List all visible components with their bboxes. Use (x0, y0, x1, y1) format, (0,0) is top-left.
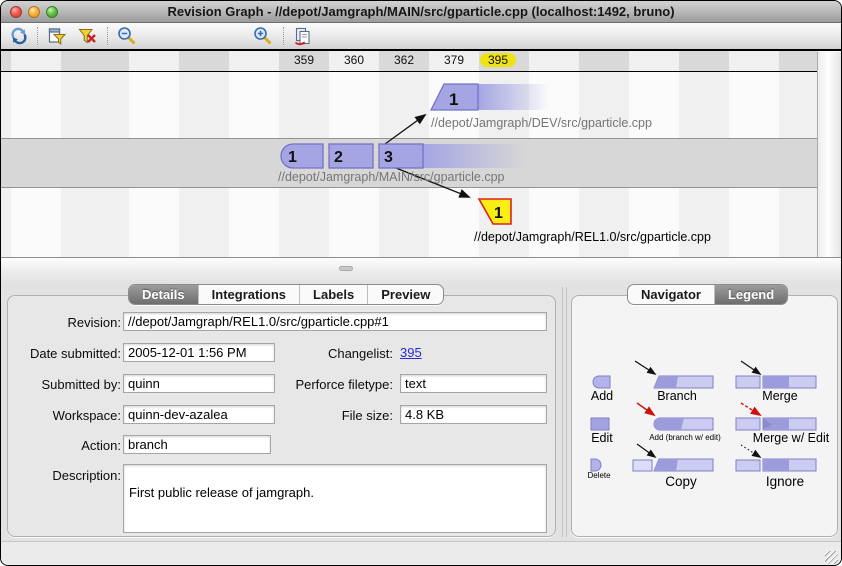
details-tabstrip: Details Integrations Labels Preview (128, 284, 444, 305)
main-rev2-number: 2 (334, 149, 343, 166)
legend-label-add: Add (577, 389, 627, 403)
legend-label-merge: Merge (749, 389, 811, 403)
tab-labels[interactable]: Labels (299, 285, 367, 304)
workspace-label: Workspace: (11, 408, 121, 423)
legend-copy-shape-dark (654, 459, 678, 471)
bottom-panel-area: Details Integrations Labels Preview Navi… (1, 283, 841, 541)
changelist-link[interactable]: 395 (400, 345, 422, 360)
submitted-by-label: Submitted by: (11, 377, 121, 392)
action-field[interactable]: branch (123, 435, 271, 454)
toolbar (1, 23, 841, 49)
legend-merge-stub (736, 376, 760, 388)
status-footer (1, 541, 841, 566)
resize-grip[interactable] (825, 551, 838, 564)
date-submitted-field[interactable]: 2005-12-01 1:56 PM (123, 343, 275, 362)
legend-ignore-shape-dark (763, 459, 789, 471)
panel-vertical-splitter[interactable] (562, 287, 567, 537)
toolbar-separator (37, 27, 38, 45)
legend-add-bwe-arrow (637, 403, 654, 415)
legend-merge-edit-stub (736, 418, 760, 430)
refresh-icon[interactable] (9, 26, 29, 46)
legend-delete-shape (591, 459, 601, 471)
legend-edit-shape (591, 418, 609, 430)
legend-branch-arrow (635, 361, 655, 374)
perforce-filetype-label: Perforce filetype: (271, 377, 393, 392)
legend-ignore-arrow (741, 445, 760, 457)
clear-filter-icon[interactable] (77, 26, 97, 46)
date-submitted-label: Date submitted: (11, 346, 121, 361)
tab-preview[interactable]: Preview (367, 285, 443, 304)
revision-graph-canvas: 359 360 362 379 395 (1, 49, 841, 257)
main-path-label: //depot/Jamgraph/MAIN/src/gparticle.cpp (278, 170, 505, 184)
dev-path-label: //depot/Jamgraph/DEV/src/gparticle.cpp (431, 116, 652, 130)
changelist-label: Changelist: (271, 346, 393, 361)
main-rev3-tail (423, 144, 526, 168)
legend-copy-stub (633, 460, 652, 471)
tab-integrations[interactable]: Integrations (198, 285, 299, 304)
branch-arrow-to-dev (385, 115, 425, 144)
legend-label-copy: Copy (651, 474, 711, 489)
rel-path-label: //depot/Jamgraph/REL1.0/src/gparticle.cp… (474, 230, 711, 244)
file-size-label: File size: (271, 408, 393, 423)
legend-label-edit: Edit (577, 431, 627, 445)
perforce-filetype-field[interactable]: text (400, 374, 547, 393)
workspace-field[interactable]: quinn-dev-azalea (123, 405, 275, 424)
legend-label-delete: Delete (579, 471, 619, 480)
description-text: First public release of jamgraph. (124, 465, 546, 500)
horizontal-splitter[interactable] (1, 257, 841, 283)
legend-merge-arrow (741, 361, 760, 374)
legend-add-shape (593, 376, 610, 388)
file-filter-icon[interactable] (47, 26, 67, 46)
legend-diagram (571, 295, 838, 537)
legend-label-branch: Branch (647, 389, 707, 403)
splitter-grip[interactable] (339, 266, 353, 271)
tab-details[interactable]: Details (129, 285, 198, 304)
toolbar-separator (283, 27, 284, 45)
revision-label: Revision: (11, 315, 121, 330)
toolbar-separator (107, 27, 108, 45)
legend-merge-shape-dark (763, 376, 789, 388)
legend-label-ignore: Ignore (753, 474, 817, 489)
dev-rev1-tail (478, 84, 549, 110)
legend-label-merge-edit: Merge w/ Edit (741, 431, 841, 445)
legend-ignore-stub (736, 460, 760, 471)
description-field[interactable]: First public release of jamgraph. (123, 464, 547, 533)
graph-vertical-scrollbar[interactable] (817, 52, 841, 257)
title-bar[interactable]: Revision Graph - //depot/Jamgraph/MAIN/s… (1, 1, 841, 23)
legend-label-add-bwe: Add (branch w/ edit) (637, 433, 733, 442)
description-label: Description: (11, 468, 121, 483)
dev-rev1-number: 1 (449, 90, 458, 109)
legend-add-bwe-shape-dark (654, 418, 684, 430)
file-size-field[interactable]: 4.8 KB (400, 405, 547, 424)
legend-copy-arrow (637, 444, 655, 457)
submitted-by-field[interactable]: quinn (123, 374, 275, 393)
revision-field[interactable]: //depot/Jamgraph/REL1.0/src/gparticle.cp… (123, 312, 547, 331)
main-rev1-number: 1 (288, 149, 297, 166)
main-rev3-number: 3 (384, 149, 393, 166)
zoom-in-icon[interactable] (253, 26, 273, 46)
window-title: Revision Graph - //depot/Jamgraph/MAIN/s… (1, 4, 841, 19)
zoom-out-icon[interactable] (117, 26, 137, 46)
rel-rev1-number: 1 (494, 205, 503, 222)
revision-graph-window: Revision Graph - //depot/Jamgraph/MAIN/s… (0, 0, 842, 566)
legend-merge-edit-arrow (741, 403, 760, 415)
action-label: Action: (11, 438, 121, 453)
revision-boxes-layer: 1 1 2 3 1 (1, 49, 819, 257)
changelist-details-icon[interactable] (293, 26, 313, 46)
legend-branch-shape-dark (654, 376, 678, 388)
